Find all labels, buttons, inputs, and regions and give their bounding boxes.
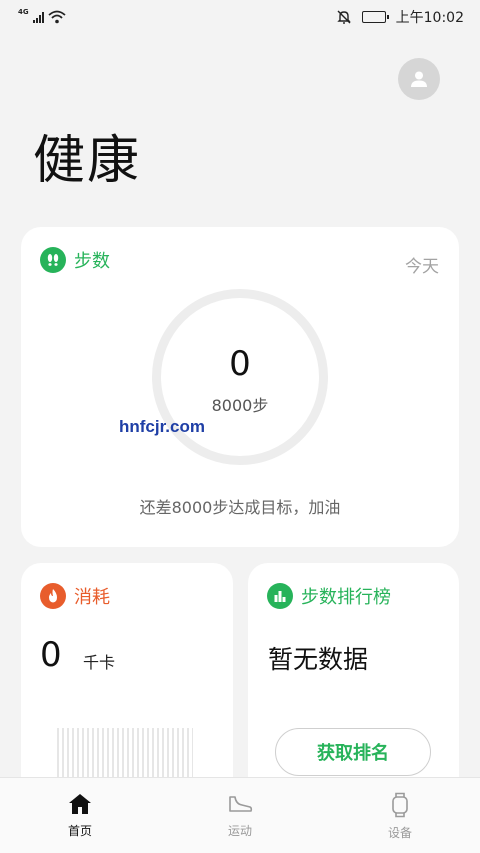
watermark-text: hnfcjr.com — [119, 417, 205, 436]
rank-card-title: 步数排行榜 — [301, 587, 391, 608]
rank-card[interactable]: 步数排行榜 暂无数据 获取排名 — [248, 563, 459, 803]
date-label: 今天 — [405, 257, 439, 277]
nav-item-home[interactable]: 首页 — [20, 778, 140, 839]
steps-card[interactable]: 步数 今天 0 8000步 还差8000步达成目标，加油 — [21, 227, 459, 547]
signal-icon — [32, 11, 44, 23]
step-goal: 8000步 — [211, 396, 269, 415]
steps-card-title: 步数 — [74, 251, 110, 272]
status-left: 4G — [18, 8, 66, 24]
flame-icon — [40, 583, 66, 609]
home-icon — [69, 794, 91, 814]
rank-empty-text: 暂无数据 — [268, 645, 369, 674]
status-right: 上午10:02 — [336, 7, 464, 27]
nav-label-devices: 设备 — [387, 826, 412, 840]
footprints-icon — [40, 247, 66, 273]
battery-icon — [361, 11, 389, 23]
nav-item-exercise[interactable]: 运动 — [180, 778, 300, 839]
clock: 上午10:02 — [395, 10, 464, 26]
step-count: 0 — [229, 344, 251, 384]
rank-card-header: 步数排行榜 — [267, 583, 391, 609]
network-type: 4G — [18, 8, 29, 16]
nav-label-home: 首页 — [67, 824, 92, 838]
bar-chart-icon — [267, 583, 293, 609]
calories-unit: 千卡 — [83, 653, 116, 672]
get-ranking-button[interactable]: 获取排名 — [275, 728, 431, 776]
user-avatar-icon[interactable] — [398, 58, 440, 100]
calories-card-title: 消耗 — [74, 587, 110, 608]
watch-icon — [392, 792, 408, 818]
wifi-icon — [48, 10, 66, 24]
calories-value: 0 — [40, 635, 62, 675]
bottom-nav: 首页 运动 设备 — [0, 777, 480, 853]
status-bar: 4G 上午10:02 — [0, 0, 480, 34]
person-icon — [411, 71, 427, 87]
bell-muted-icon — [336, 10, 351, 24]
page-title: 健康 — [33, 131, 142, 191]
goal-message: 还差8000步达成目标，加油 — [139, 498, 341, 517]
nav-label-exercise: 运动 — [227, 824, 252, 838]
calories-card[interactable]: 消耗 0 千卡 — [21, 563, 233, 803]
nav-item-devices[interactable]: 设备 — [340, 778, 460, 841]
calories-card-header: 消耗 — [40, 583, 110, 609]
steps-card-header: 步数 — [40, 247, 110, 273]
shoe-icon — [229, 796, 253, 812]
